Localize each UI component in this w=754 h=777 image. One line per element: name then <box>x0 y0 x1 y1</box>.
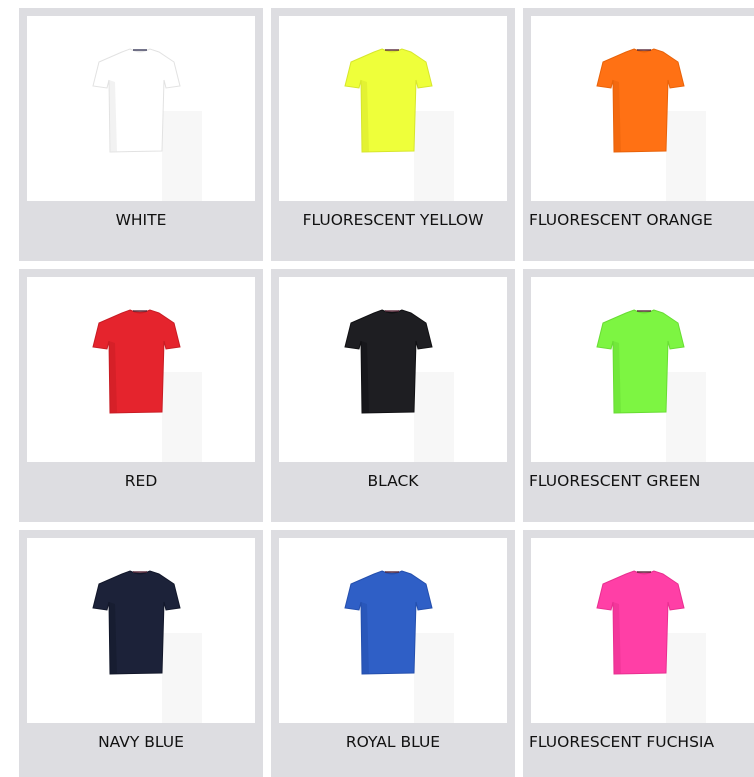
color-card-royal-blue[interactable]: ROYAL BLUE <box>271 530 515 777</box>
tshirt-icon <box>596 570 706 723</box>
color-card-fluorescent-orange[interactable]: FLUORESCENT ORANGE <box>523 8 754 261</box>
product-image <box>279 538 507 723</box>
product-image <box>531 277 754 462</box>
tshirt-icon <box>596 48 706 201</box>
color-card-fluorescent-yellow[interactable]: FLUORESCENT YELLOW <box>271 8 515 261</box>
tshirt-icon <box>92 309 202 462</box>
color-card-fluorescent-green[interactable]: FLUORESCENT GREEN <box>523 269 754 522</box>
tshirt-icon <box>344 309 454 462</box>
color-label: BLACK <box>367 472 419 490</box>
color-label: FLUORESCENT FUCHSIA <box>529 733 715 751</box>
color-label: WHITE <box>115 211 167 229</box>
tshirt-icon <box>92 48 202 201</box>
color-card-red[interactable]: RED <box>19 269 263 522</box>
tshirt-icon <box>596 309 706 462</box>
tshirt-icon <box>92 570 202 723</box>
tshirt-icon <box>344 570 454 723</box>
product-image <box>279 16 507 201</box>
product-image <box>27 277 255 462</box>
color-label: FLUORESCENT GREEN <box>529 472 701 490</box>
color-label: ROYAL BLUE <box>345 733 441 751</box>
color-label: FLUORESCENT YELLOW <box>302 211 484 229</box>
color-card-white[interactable]: WHITE <box>19 8 263 261</box>
color-label: RED <box>124 472 158 490</box>
product-image <box>531 16 754 201</box>
product-image <box>27 16 255 201</box>
color-card-black[interactable]: BLACK <box>271 269 515 522</box>
color-label: NAVY BLUE <box>98 733 184 751</box>
product-image <box>531 538 754 723</box>
color-card-fluorescent-fuchsia[interactable]: FLUORESCENT FUCHSIA <box>523 530 754 777</box>
tshirt-icon <box>344 48 454 201</box>
color-swatch-grid: WHITE FLUORESCENT YELLOW FLUORESCENT ORA… <box>0 0 754 777</box>
color-label: FLUORESCENT ORANGE <box>529 211 713 229</box>
product-image <box>27 538 255 723</box>
product-image <box>279 277 507 462</box>
color-card-navy-blue[interactable]: NAVY BLUE <box>19 530 263 777</box>
